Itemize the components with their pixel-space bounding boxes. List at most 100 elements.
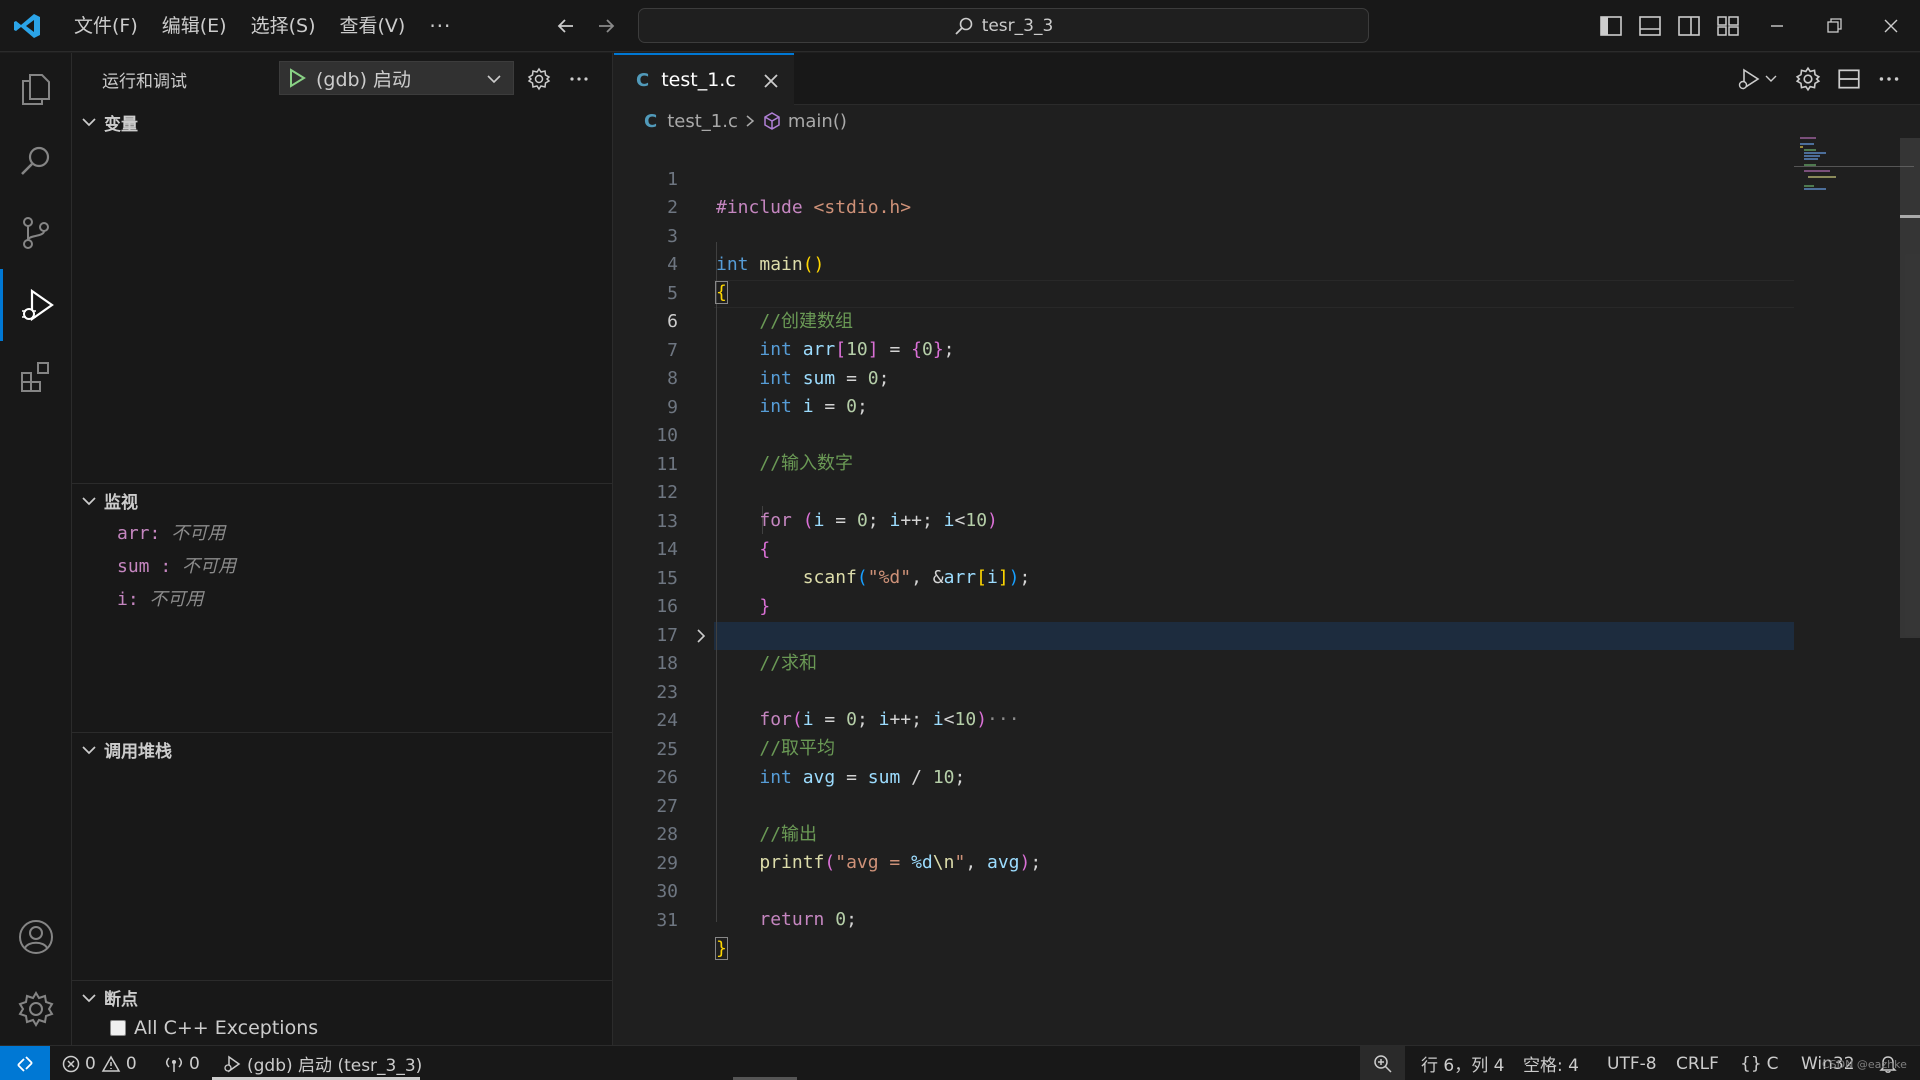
watch-section-title: 监视 bbox=[104, 493, 138, 513]
c-file-icon: C bbox=[644, 110, 658, 132]
encoding-indicator[interactable]: UTF-8 bbox=[1607, 1046, 1657, 1080]
watch-value: 不可用 bbox=[182, 556, 237, 577]
menu-more-button[interactable]: ··· bbox=[417, 14, 463, 38]
source-control-button[interactable] bbox=[0, 197, 72, 269]
forward-arrow-icon[interactable] bbox=[593, 13, 619, 39]
code-line: 7 int sum = 0; bbox=[614, 309, 1794, 389]
code-line: 23 bbox=[614, 651, 1794, 703]
menu-selection[interactable]: 选择(S) bbox=[239, 0, 328, 52]
code-line: 13 { bbox=[614, 480, 1794, 560]
close-window-icon[interactable] bbox=[1878, 13, 1904, 39]
debug-session-label: (gdb) 启动 (tesr_3_3) bbox=[247, 1056, 423, 1076]
vertical-scrollbar[interactable] bbox=[1900, 138, 1920, 638]
language-label: C bbox=[1766, 1053, 1779, 1074]
breadcrumb-symbol[interactable]: main() bbox=[788, 111, 847, 132]
watch-value: 不可用 bbox=[149, 589, 204, 610]
language-indicator[interactable]: {} C bbox=[1740, 1046, 1779, 1080]
cursor-position[interactable]: 行 6，列 4 bbox=[1421, 1046, 1504, 1080]
more-actions-icon[interactable] bbox=[1876, 66, 1902, 92]
minimap[interactable] bbox=[1794, 135, 1914, 195]
variables-section-title: 变量 bbox=[104, 114, 138, 135]
search-icon bbox=[955, 17, 972, 35]
menu-file[interactable]: 文件(F) bbox=[62, 0, 150, 52]
chevron-down-icon bbox=[82, 993, 96, 1002]
minimize-icon[interactable] bbox=[1764, 13, 1790, 39]
variables-section-header[interactable]: 变量 bbox=[72, 105, 613, 139]
breadcrumb: C test_1.c main() bbox=[614, 106, 847, 136]
watch-section-header[interactable]: 监视 bbox=[72, 483, 613, 517]
gear-icon[interactable] bbox=[1795, 66, 1821, 92]
code-line: 16 bbox=[614, 565, 1794, 617]
code-line: 1 #include <stdio.h> bbox=[614, 138, 1794, 218]
code-line: 2 bbox=[614, 166, 1794, 218]
code-line: 4 { bbox=[614, 223, 1794, 304]
fold-expand-icon[interactable] bbox=[694, 628, 708, 644]
search-button[interactable] bbox=[0, 125, 72, 197]
menu-bar: 文件(F) 编辑(E) 选择(S) 查看(V) ··· bbox=[62, 0, 463, 52]
code-line: 29 bbox=[614, 822, 1794, 874]
extensions-button[interactable] bbox=[0, 341, 72, 413]
callstack-section-header[interactable]: 调用堆栈 bbox=[72, 732, 613, 766]
warning-count: 0 bbox=[125, 1053, 137, 1074]
overview-ruler-mark bbox=[1900, 215, 1920, 218]
tab-label: test_1.c bbox=[661, 69, 736, 91]
back-arrow-icon[interactable] bbox=[553, 13, 579, 39]
manage-button[interactable] bbox=[0, 973, 72, 1045]
tab-test-1-c[interactable]: C test_1.c bbox=[614, 53, 794, 105]
run-debug-button[interactable] bbox=[0, 269, 72, 341]
braces-icon: {} bbox=[1740, 1053, 1762, 1074]
code-line: 26 bbox=[614, 736, 1794, 788]
start-debug-icon[interactable] bbox=[288, 68, 306, 88]
sidebar-title: 运行和调试 bbox=[102, 72, 187, 92]
code-line: 15 } bbox=[614, 537, 1794, 617]
remote-indicator[interactable] bbox=[0, 1046, 50, 1080]
watch-item[interactable]: sum : 不可用 bbox=[117, 552, 236, 578]
ports-indicator[interactable]: 0 bbox=[164, 1046, 200, 1080]
code-text: return 0; bbox=[759, 909, 857, 930]
explorer-button[interactable] bbox=[0, 53, 72, 125]
chevron-down-icon bbox=[82, 496, 96, 505]
sidebar-header: 运行和调试 (gdb) 启动 bbox=[72, 53, 613, 105]
code-editor[interactable]: 1 #include <stdio.h> 2 3 int main() 4 { … bbox=[614, 138, 1920, 1044]
toggle-secondary-sidebar-icon[interactable] bbox=[1676, 13, 1702, 39]
editor-tab-bar: C test_1.c bbox=[614, 53, 1920, 105]
toggle-primary-sidebar-icon[interactable] bbox=[1598, 13, 1624, 39]
problems-indicator[interactable]: 0 0 bbox=[62, 1046, 137, 1080]
vscode-logo-icon bbox=[14, 14, 40, 38]
zoom-indicator[interactable] bbox=[1360, 1046, 1405, 1080]
command-center-search[interactable]: tesr_3_3 bbox=[638, 8, 1369, 43]
gear-icon[interactable] bbox=[527, 67, 551, 91]
callstack-section-title: 调用堆栈 bbox=[104, 742, 172, 762]
run-debug-dropdown-icon[interactable] bbox=[1736, 66, 1780, 92]
ports-count: 0 bbox=[189, 1053, 200, 1074]
breakpoint-label: All C++ Exceptions bbox=[134, 1017, 319, 1039]
run-debug-icon bbox=[21, 288, 54, 322]
watch-item[interactable]: i: 不可用 bbox=[117, 585, 204, 611]
breadcrumb-file[interactable]: test_1.c bbox=[667, 111, 738, 132]
code-line: 10 //输入数字 bbox=[614, 394, 1794, 474]
more-actions-icon[interactable] bbox=[567, 67, 591, 91]
c-file-icon: C bbox=[636, 69, 650, 91]
zoom-in-icon bbox=[1373, 1054, 1392, 1073]
code-line: 25 int avg = sum / 10; bbox=[614, 708, 1794, 788]
eol-indicator[interactable]: CRLF bbox=[1676, 1046, 1719, 1080]
menu-edit[interactable]: 编辑(E) bbox=[150, 0, 239, 52]
toggle-panel-icon[interactable] bbox=[1637, 13, 1663, 39]
close-icon[interactable] bbox=[760, 70, 782, 92]
breakpoint-item[interactable]: All C++ Exceptions bbox=[110, 1017, 318, 1039]
split-editor-icon[interactable] bbox=[1836, 66, 1862, 92]
watch-item[interactable]: arr: 不可用 bbox=[117, 519, 225, 545]
code-line: 28 printf("avg = %d\n", avg); bbox=[614, 793, 1794, 873]
watch-expression: sum : bbox=[117, 556, 172, 577]
debug-session-indicator[interactable]: (gdb) 启动 (tesr_3_3) bbox=[222, 1046, 422, 1080]
breakpoint-checkbox[interactable] bbox=[110, 1020, 126, 1036]
menu-view[interactable]: 查看(V) bbox=[328, 0, 418, 52]
debug-config-select[interactable]: (gdb) 启动 bbox=[279, 61, 514, 95]
breakpoints-section-header[interactable]: 断点 bbox=[72, 980, 613, 1014]
accounts-button[interactable] bbox=[0, 901, 72, 973]
restore-icon[interactable] bbox=[1821, 13, 1847, 39]
code-line: 31 } bbox=[614, 879, 1794, 960]
customize-layout-icon[interactable] bbox=[1715, 13, 1741, 39]
indentation-indicator[interactable]: 空格: 4 bbox=[1523, 1046, 1579, 1080]
broadcast-icon bbox=[166, 1056, 182, 1072]
